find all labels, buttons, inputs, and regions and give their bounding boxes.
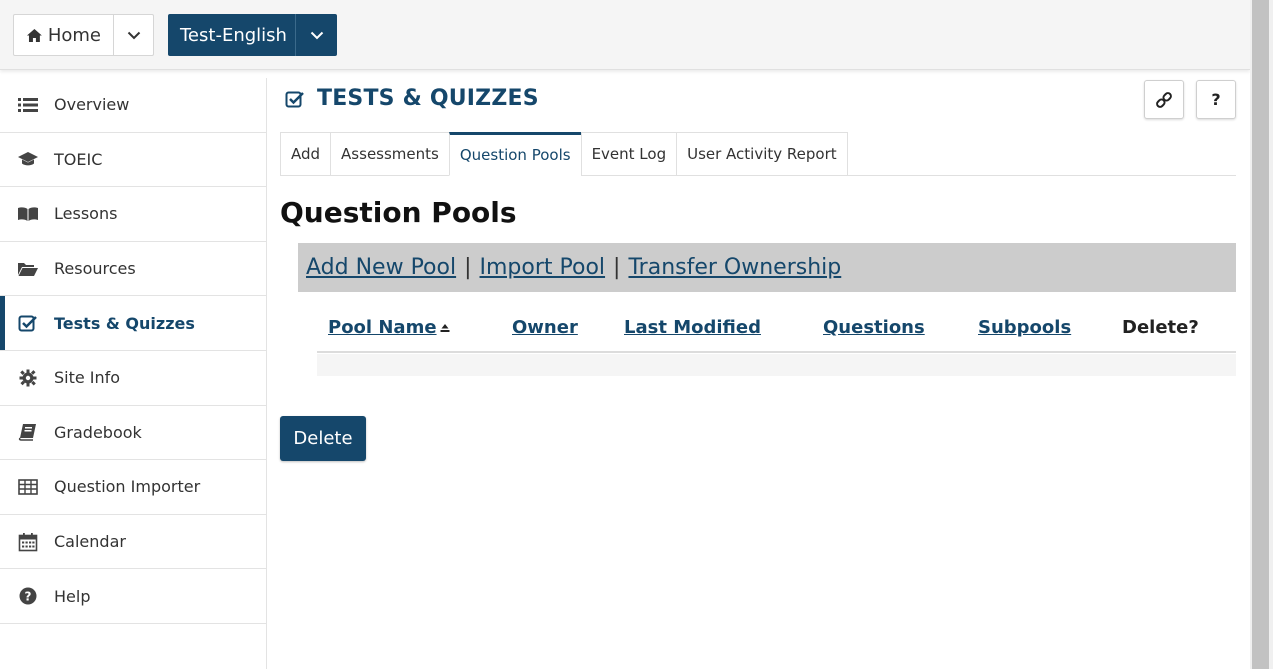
- sidebar-item-label: Question Importer: [54, 477, 201, 497]
- question-circle-icon: ?: [17, 586, 39, 606]
- column-header-delete: Delete?: [1122, 317, 1199, 338]
- column-header-pool-name[interactable]: Pool Name: [328, 317, 451, 338]
- home-link[interactable]: Home: [14, 15, 114, 55]
- book-open-icon: [17, 204, 39, 224]
- tab-assessments[interactable]: Assessments: [330, 132, 449, 176]
- sidebar-item-tests-quizzes[interactable]: Tests & Quizzes: [0, 296, 266, 351]
- table-empty-row: [317, 354, 1236, 376]
- add-new-pool-link[interactable]: Add New Pool: [306, 255, 456, 280]
- site-dropdown-toggle[interactable]: [296, 14, 337, 56]
- column-header-last-modified[interactable]: Last Modified: [624, 317, 761, 338]
- sidebar-item-overview[interactable]: Overview: [0, 78, 266, 133]
- action-separator: |: [613, 255, 621, 280]
- sidebar-item-label: Calendar: [54, 532, 126, 552]
- gradebook-icon: [17, 422, 39, 442]
- home-label: Home: [47, 24, 101, 46]
- pool-actions-bar: Add New Pool | Import Pool | Transfer Ow…: [298, 243, 1236, 292]
- tab-event-log[interactable]: Event Log: [580, 132, 677, 176]
- current-site-label: Test-English: [180, 24, 287, 46]
- tab-user-activity-report[interactable]: User Activity Report: [676, 132, 848, 176]
- home-icon: [26, 28, 42, 42]
- sidebar-item-label: Overview: [54, 95, 130, 115]
- sidebar-item-label: Site Info: [54, 368, 121, 388]
- check-square-icon: [285, 91, 304, 107]
- sidebar-item-question-importer[interactable]: Question Importer: [0, 460, 266, 515]
- table-icon: [17, 477, 39, 497]
- tool-sidebar: Overview TOEIC Lessons Resources Tests &…: [0, 78, 267, 669]
- column-header-label: Pool Name: [328, 317, 437, 338]
- top-navigation-bar: Home Test-English: [0, 0, 1250, 70]
- sidebar-item-toeic[interactable]: TOEIC: [0, 133, 266, 188]
- help-label: ?: [1211, 90, 1221, 109]
- sidebar-item-lessons[interactable]: Lessons: [0, 187, 266, 242]
- tool-tabs: Add Assessments Question Pools Event Log…: [280, 132, 848, 176]
- gear-icon: [17, 368, 39, 388]
- import-pool-link[interactable]: Import Pool: [480, 255, 606, 280]
- tab-add[interactable]: Add: [280, 132, 331, 176]
- tool-title: TESTS & QUIZZES: [285, 86, 539, 111]
- graduation-cap-icon: [17, 149, 39, 169]
- sidebar-item-label: Lessons: [54, 204, 118, 224]
- current-site-link[interactable]: Test-English: [168, 14, 296, 56]
- column-header-questions[interactable]: Questions: [823, 317, 925, 338]
- chevron-down-icon: [310, 31, 323, 39]
- sidebar-item-label: Tests & Quizzes: [54, 313, 195, 333]
- check-square-icon: [17, 313, 39, 333]
- scrollbar-thumb[interactable]: [1252, 0, 1269, 669]
- column-header-owner[interactable]: Owner: [512, 317, 578, 338]
- transfer-ownership-link[interactable]: Transfer Ownership: [628, 255, 841, 280]
- action-separator: |: [464, 255, 472, 280]
- list-icon: [17, 95, 39, 115]
- sidebar-item-gradebook[interactable]: Gradebook: [0, 406, 266, 461]
- direct-link-button[interactable]: [1144, 80, 1184, 119]
- sidebar-item-label: TOEIC: [54, 149, 103, 169]
- chevron-down-icon: [127, 31, 140, 39]
- tool-title-text: TESTS & QUIZZES: [317, 86, 539, 111]
- link-icon: [1156, 91, 1172, 108]
- home-dropdown-toggle[interactable]: [114, 15, 153, 55]
- sidebar-item-site-info[interactable]: Site Info: [0, 351, 266, 406]
- current-site-button[interactable]: Test-English: [168, 14, 337, 56]
- delete-button[interactable]: Delete: [280, 416, 366, 461]
- sidebar-item-resources[interactable]: Resources: [0, 242, 266, 297]
- folder-open-icon: [17, 259, 39, 279]
- sidebar-item-label: Resources: [54, 259, 136, 279]
- svg-text:?: ?: [25, 590, 32, 604]
- sidebar-item-label: Gradebook: [54, 422, 142, 442]
- page-title: Question Pools: [280, 196, 517, 229]
- sidebar-item-label: Help: [54, 586, 91, 606]
- column-header-subpools[interactable]: Subpools: [978, 317, 1071, 338]
- pools-table-header: Pool Name Owner Last Modified Questions …: [317, 306, 1236, 353]
- home-site-button[interactable]: Home: [13, 14, 154, 56]
- help-button[interactable]: ?: [1196, 80, 1236, 119]
- calendar-icon: [17, 532, 39, 552]
- sidebar-item-help[interactable]: ? Help: [0, 569, 266, 624]
- sort-ascending-icon: [440, 324, 450, 332]
- sidebar-item-calendar[interactable]: Calendar: [0, 515, 266, 570]
- tab-question-pools[interactable]: Question Pools: [448, 132, 581, 176]
